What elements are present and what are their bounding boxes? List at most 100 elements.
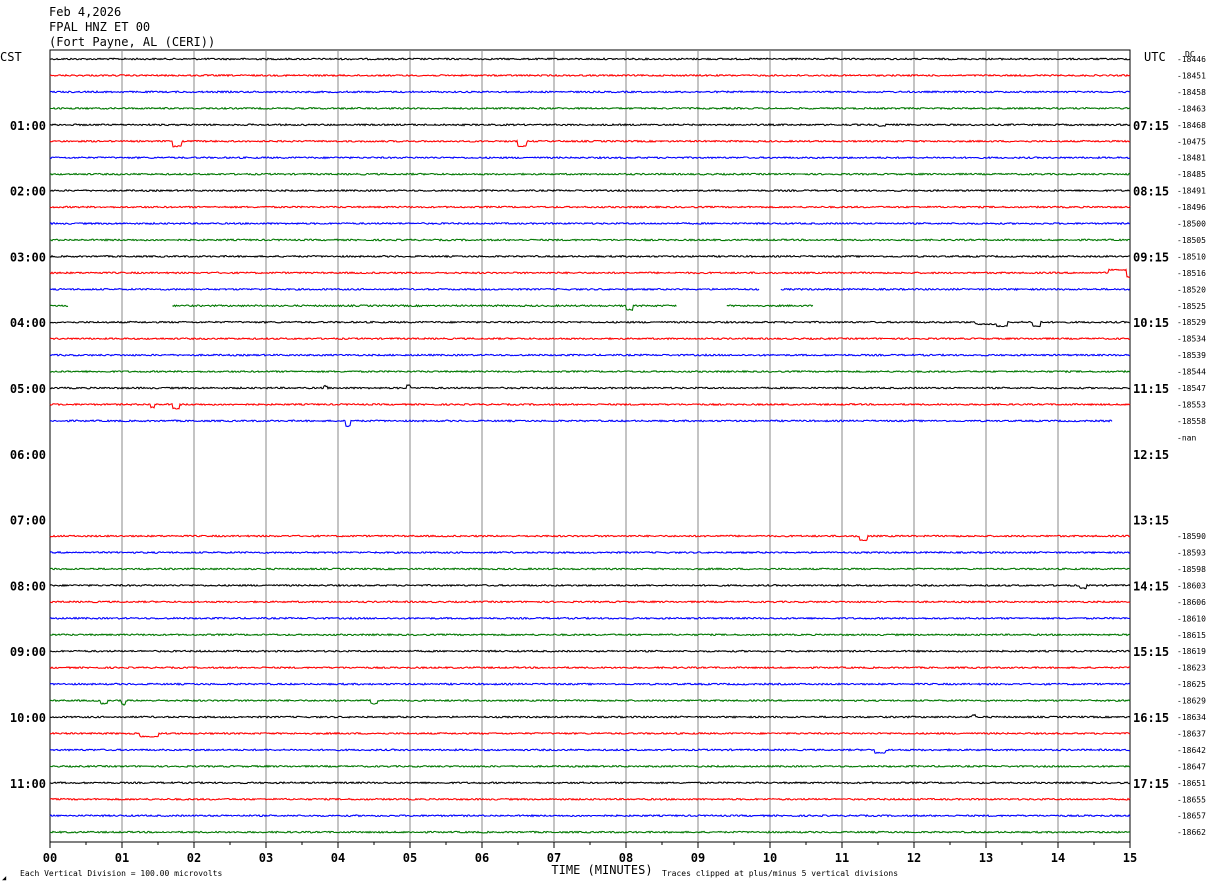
trace-row-29 [49,534,1131,542]
x-tick-label-6: 06 [475,851,489,865]
dc-offset-row-15: -18525 [1177,302,1206,311]
trace-row-41 [49,731,1131,738]
plot-frame [49,49,1131,843]
dc-offset-row-47: -18662 [1177,828,1206,837]
x-tick-label-14: 14 [1051,851,1065,865]
grid-lines [49,49,1131,848]
trace-group [49,57,1131,834]
left-hour-label-0: 01:00 [10,119,46,133]
dc-offset-row-22: -18558 [1177,417,1206,426]
dc-offset-row-42: -18642 [1177,746,1206,755]
seismogram-chart: -18446-18451-18458-18463-18468-10475-184… [0,49,1206,882]
trace-row-47 [49,830,1131,834]
dc-offset-row-31: -18598 [1177,565,1206,574]
dc-offset-row-33: -18606 [1177,598,1206,607]
dc-offset-row-34: -18610 [1177,614,1206,623]
dc-offset-row-41: -18637 [1177,729,1206,738]
dc-offset-row-18: -18539 [1177,351,1206,360]
trace-row-11 [49,238,1131,242]
trace-row-40 [49,713,1131,719]
right-hour-label-2: 09:15 [1133,250,1169,264]
dc-offset-row-13: -18516 [1177,269,1206,278]
x-tick-label-9: 09 [691,851,705,865]
trace-row-34 [49,616,1131,621]
right-hour-label-4: 11:15 [1133,382,1169,396]
trace-row-2 [49,90,1131,94]
dc-offset-row-9: -18496 [1177,203,1206,212]
right-hour-label-7: 14:15 [1133,579,1169,593]
dc-offset-row-43: -18647 [1177,762,1206,771]
trace-row-0 [49,57,1131,61]
trace-row-10 [49,221,1130,226]
trace-row-15 [49,304,69,308]
dc-offset-row-35: -18615 [1177,631,1206,640]
left-timezone-label: CST [0,50,22,64]
right-hour-label-0: 07:15 [1133,119,1169,133]
trace-row-38 [49,682,1131,686]
trace-row-35 [49,633,1131,637]
x-tick-label-12: 12 [907,851,921,865]
trace-row-4 [49,123,1131,127]
right-hour-label-9: 16:15 [1133,711,1169,725]
dc-offset-row-20: -18547 [1177,384,1206,393]
dc-offset-row-45: -18655 [1177,795,1206,804]
trace-row-14-part-0 [49,287,760,291]
dc-offset-row-2: -18458 [1177,88,1206,97]
dc-offset-row-32: -18603 [1177,581,1206,590]
dc-offset-row-11: -18505 [1177,236,1206,245]
left-hour-label-4: 05:00 [10,382,46,396]
dc-offset-row-14: -18520 [1177,285,1206,294]
dc-offset-row-39: -18629 [1177,697,1206,706]
trace-row-22 [49,419,1113,428]
left-hour-label-6: 07:00 [10,514,46,528]
dc-offset-row-37: -18623 [1177,664,1206,673]
trace-row-19 [49,369,1131,374]
dc-offset-row-5: -10475 [1177,137,1206,146]
trace-row-1 [49,73,1131,78]
trace-row-12 [49,254,1130,259]
trace-row-9 [49,205,1131,209]
trace-row-5 [49,139,1131,148]
dc-offset-row-6: -18481 [1177,154,1206,163]
dc-offset-row-4: -18468 [1177,121,1206,130]
dc-offset-row-10: -18500 [1177,220,1206,229]
right-hour-label-8: 15:15 [1133,645,1169,659]
trace-row-18 [49,353,1131,357]
trace-row-46 [49,813,1131,818]
trace-row-32 [49,583,1131,590]
dc-offset-row-16: -18529 [1177,318,1206,327]
scale-note: Each Vertical Division = 100.00 microvol… [20,869,222,878]
x-tick-label-0: 00 [43,851,57,865]
x-axis-title: TIME (MINUTES) [551,863,652,877]
trace-row-14-part-1 [780,287,1131,292]
dc-offset-row-36: -18619 [1177,647,1206,656]
trace-row-6 [49,155,1131,160]
left-hour-label-1: 02:00 [10,185,46,199]
dc-offset-row-23: -nan [1177,433,1196,442]
x-tick-label-4: 04 [331,851,345,865]
trace-row-15 [172,304,677,312]
dc-offset-row-29: -18590 [1177,532,1206,541]
trace-row-45 [49,797,1131,801]
x-tick-label-13: 13 [979,851,993,865]
dc-offset-row-1: -18451 [1177,71,1206,80]
trace-row-43 [49,764,1131,769]
left-hour-label-9: 10:00 [10,711,46,725]
x-tick-label-15: 15 [1123,851,1137,865]
dc-offset-row-12: -18510 [1177,252,1206,261]
right-hour-label-5: 12:15 [1133,448,1169,462]
trace-row-16 [49,320,1131,328]
trace-row-21 [49,402,1131,410]
left-hour-label-3: 04:00 [10,316,46,330]
footer-logo-mark: ◢ [2,874,7,882]
trace-row-33 [49,600,1131,604]
trace-row-13 [49,268,1131,279]
trace-row-37 [49,665,1131,670]
right-hour-label-1: 08:15 [1133,185,1169,199]
dc-offset-row-38: -18625 [1177,680,1206,689]
x-tick-label-3: 03 [259,851,273,865]
clip-note: Traces clipped at plus/minus 5 vertical … [662,869,898,878]
dc-offset-row-44: -18651 [1177,779,1206,788]
dc-column-label: DC [1185,50,1195,59]
x-tick-label-11: 11 [835,851,849,865]
